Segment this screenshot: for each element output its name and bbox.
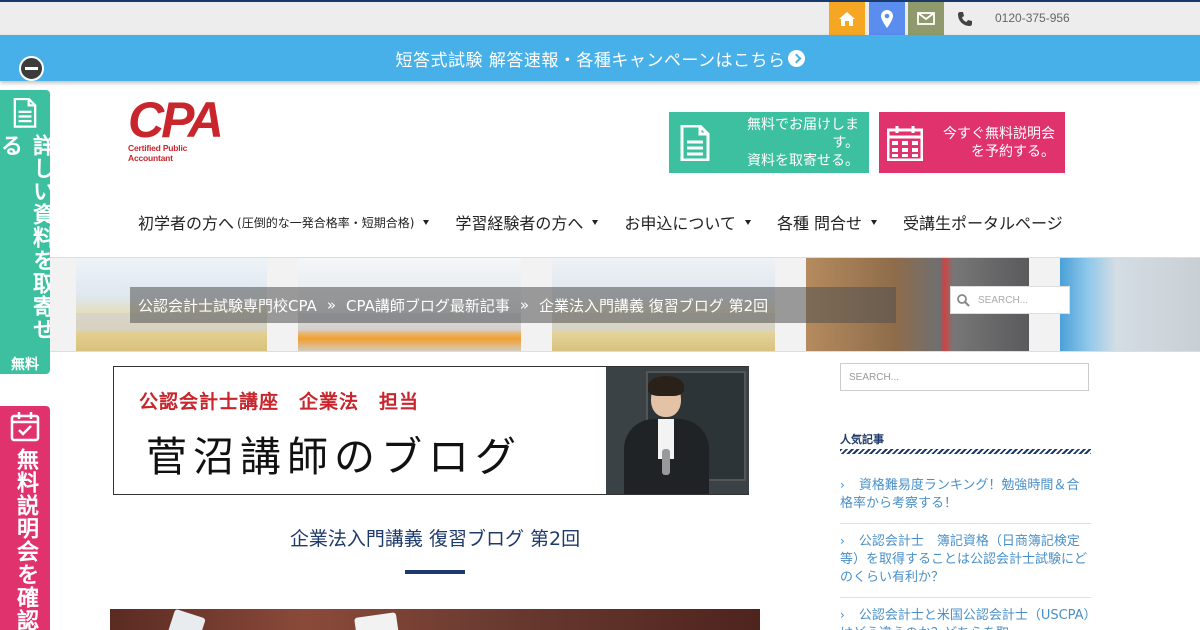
side-tab-free-label: 無料 <box>11 357 39 373</box>
side-tab-label: 詳しい資料を取寄せる <box>0 133 54 341</box>
breadcrumb-current: 企業法入門講義 復習ブログ 第2回 <box>539 296 769 315</box>
cta-line1: 無料でお届けします。 <box>747 116 859 151</box>
nav-item-experienced[interactable]: 学習経験者の方へ <box>455 210 599 234</box>
post-title: 企業法入門講義 復習ブログ 第2回 <box>289 528 581 550</box>
site-logo[interactable]: CPA Certified Public Accountant <box>128 92 232 163</box>
document-icon <box>680 124 710 161</box>
breadcrumb-separator: » <box>519 296 530 314</box>
nav-item-label: 各種 問合せ <box>776 214 863 233</box>
logo-wordmark: CPA <box>128 92 224 148</box>
nav-item-student-portal[interactable]: 受講生ポータルページ <box>903 210 1063 234</box>
title-underline <box>405 570 465 574</box>
blog-header-image: 公認会計士講座 企業法 担当 菅沼講師のブログ <box>113 366 749 495</box>
caret-down-icon <box>871 219 878 225</box>
popular-post-title[interactable]: 公認会計士と米国公認会計士（USCPA）はどう違うのか？どちらを取 <box>840 608 1090 630</box>
phone-number[interactable]: 0120-375-956 <box>995 11 1070 25</box>
side-tab-request-documents[interactable]: 詳しい資料を取寄せる 無料 <box>0 90 54 374</box>
popular-post-link[interactable]: ›公認会計士と米国公認会計士（USCPA）はどう違うのか？どちらを取 <box>840 598 1091 630</box>
nav-item-contact[interactable]: 各種 問合せ <box>776 210 878 234</box>
nav-item-label: 学習経験者の方へ <box>455 214 584 233</box>
chevron-right-icon: › <box>840 534 845 548</box>
popular-posts-list: › 資格難易度ランキング！勉強時間＆合格率から考察する！ › 公認会計士 簿記資格（… <box>840 468 1091 630</box>
lecture-hall-photo <box>1060 258 1200 351</box>
sidebar-search-input[interactable]: SEARCH... <box>840 363 1089 391</box>
announcement-text[interactable]: 短答式試験 解答速報・各種キャンペーンはこちら <box>395 46 785 71</box>
popular-post-link[interactable]: › 公認会計士 簿記資格（日商簿記検定等）を取得することは公認会計士試験にどのくら… <box>840 524 1091 598</box>
cta-line2: を予約する。 <box>971 143 1055 160</box>
announcement-banner[interactable]: 短答式試験 解答速報・各種キャンペーンはこちら <box>0 35 1200 81</box>
nav-item-label: お申込について <box>624 214 736 233</box>
caret-down-icon <box>592 219 599 225</box>
mail-icon[interactable] <box>908 2 944 35</box>
calendar-check-icon <box>10 412 40 442</box>
arrow-right-circle-icon <box>787 49 805 67</box>
popular-post-title[interactable]: 公認会計士 簿記資格（日商簿記検定等）を取得することは公認会計士試験にどのくらい… <box>840 534 1087 585</box>
chevron-right-icon: › <box>840 608 845 622</box>
top-bar: 0120-375-956 <box>0 0 1200 35</box>
cta-line2: 資料を取寄せる。 <box>747 152 859 169</box>
phone-icon[interactable] <box>947 2 983 35</box>
breadcrumb-blog[interactable]: CPA講師ブログ最新記事 <box>346 295 510 316</box>
collapse-sidebar-button[interactable] <box>19 56 44 81</box>
side-tab-free-seminar[interactable]: 無料説明会を確認 <box>0 406 50 630</box>
popular-posts-heading: 人気記事 <box>840 433 884 446</box>
breadcrumb: 公認会計士試験専門校CPA » CPA講師ブログ最新記事 » 企業法入門講義 復… <box>130 287 896 323</box>
calendar-icon <box>887 125 923 161</box>
caret-down-icon <box>423 219 430 225</box>
map-pin-icon[interactable] <box>869 2 905 35</box>
popular-post-title[interactable]: 資格難易度ランキング！勉強時間＆合格率から考察する！ <box>840 478 1079 511</box>
caret-down-icon <box>744 219 751 225</box>
popular-post-link[interactable]: › 資格難易度ランキング！勉強時間＆合格率から考察する！ <box>840 468 1091 524</box>
home-icon[interactable] <box>829 2 865 35</box>
request-documents-button[interactable]: 無料でお届けします。 資料を取寄せる。 <box>669 112 869 173</box>
document-icon <box>13 98 37 128</box>
cta-line1: 今すぐ無料説明会 <box>943 125 1055 142</box>
blog-banner-subtitle: 公認会計士講座 企業法 担当 <box>139 391 420 413</box>
blog-banner-title: 菅沼講師のブログ <box>146 433 522 481</box>
heading-stripe <box>840 449 1091 454</box>
instructor-photo <box>606 367 749 494</box>
nav-item-sublabel: (圧倒的な一発合格率・短期合格) <box>237 215 415 230</box>
side-tab-label: 無料説明会を確認 <box>13 448 38 630</box>
nav-item-label: 初学者の方へ <box>138 214 235 233</box>
search-placeholder: SEARCH... <box>978 294 1029 306</box>
post-featured-image <box>110 609 760 630</box>
nav-item-label: 受講生ポータルページ <box>903 214 1063 233</box>
hero-banner: 公認会計士試験専門校CPA » CPA講師ブログ最新記事 » 企業法入門講義 復… <box>50 257 1200 352</box>
book-seminar-button[interactable]: 今すぐ無料説明会 を予約する。 <box>879 112 1065 173</box>
nav-item-application[interactable]: お申込について <box>624 210 751 234</box>
chevron-right-icon: › <box>840 478 845 492</box>
main-nav: 初学者の方へ (圧倒的な一発合格率・短期合格) 学習経験者の方へ お申込について… <box>138 210 1089 234</box>
nav-item-beginners[interactable]: 初学者の方へ (圧倒的な一発合格率・短期合格) <box>138 210 430 234</box>
search-icon <box>957 293 970 307</box>
breadcrumb-home[interactable]: 公認会計士試験専門校CPA <box>138 295 317 316</box>
hero-search-input[interactable]: SEARCH... <box>950 286 1070 314</box>
breadcrumb-separator: » <box>326 296 337 314</box>
